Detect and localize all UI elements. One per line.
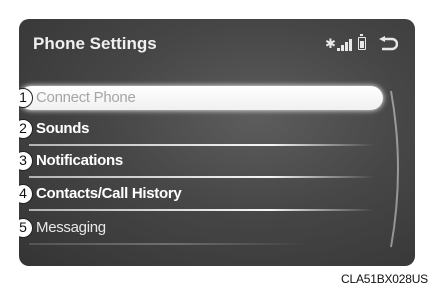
- menu-item-label: Notifications: [36, 152, 123, 169]
- menu-item-label: Messaging: [36, 219, 106, 236]
- menu-item-contacts-call-history[interactable]: 4 Contacts/Call History: [19, 180, 415, 211]
- menu-item-label: Sounds: [36, 120, 90, 137]
- menu-item-label: Connect Phone: [36, 89, 136, 106]
- menu-item-notifications[interactable]: 3 Notifications: [19, 147, 415, 178]
- callout-number: 2: [19, 119, 33, 139]
- bluetooth-icon: ✱: [325, 36, 336, 51]
- menu-item-label: Contacts/Call History: [36, 185, 182, 202]
- separator: [29, 209, 374, 211]
- callout-number: 3: [19, 151, 33, 171]
- separator: [29, 243, 309, 245]
- separator: [29, 144, 374, 146]
- menu-item-connect-phone[interactable]: 1 Connect Phone: [19, 84, 415, 114]
- screen-frame: Phone Settings ✱ 1 Connect Phone 2 Sound…: [19, 19, 415, 266]
- scroll-indicator[interactable]: [389, 89, 409, 249]
- separator: [29, 176, 374, 178]
- figure-code: CLA51BX028US: [341, 272, 428, 286]
- signal-icon: [337, 39, 352, 51]
- back-icon[interactable]: [378, 36, 398, 52]
- battery-icon: [358, 34, 366, 50]
- callout-number: 5: [19, 218, 33, 238]
- menu-item-sounds[interactable]: 2 Sounds: [19, 115, 415, 146]
- page-title: Phone Settings: [33, 34, 157, 53]
- menu-item-messaging[interactable]: 5 Messaging: [19, 214, 415, 245]
- callout-number: 4: [19, 184, 33, 204]
